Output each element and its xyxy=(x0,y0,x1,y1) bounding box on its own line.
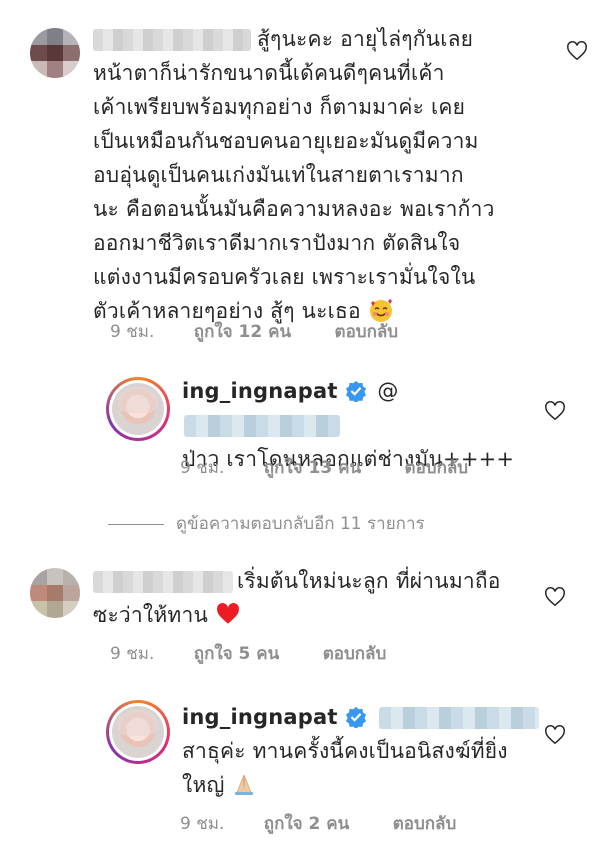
timestamp: 9 ชม. xyxy=(180,814,225,834)
profile-photo xyxy=(112,383,164,435)
avatar-blurred[interactable] xyxy=(30,28,80,78)
avatar-ing-ingnapat[interactable] xyxy=(106,377,170,441)
mention-blurred[interactable] xyxy=(379,707,540,729)
likes-count[interactable]: ถูกใจ 12 คน xyxy=(194,322,291,342)
divider-line xyxy=(108,523,164,525)
like-heart-icon[interactable] xyxy=(544,586,566,608)
mention-blurred[interactable] xyxy=(184,415,340,437)
view-more-replies-button[interactable]: ดูข้อความตอบกลับอีก 11 รายการ xyxy=(108,510,425,537)
folded-hands-emoji xyxy=(235,774,254,795)
like-heart-icon[interactable] xyxy=(566,40,588,62)
username-blurred[interactable] xyxy=(93,29,251,51)
verified-badge-icon xyxy=(345,380,366,402)
reply-meta: 9 ชม. ถูกใจ 2 คน ตอบกลับ xyxy=(180,810,456,837)
username-blurred[interactable] xyxy=(93,571,233,593)
reply-button[interactable]: ตอบกลับ xyxy=(323,644,387,664)
avatar-ing-ingnapat[interactable] xyxy=(106,700,170,764)
timestamp: 9 ชม. xyxy=(180,458,225,478)
verified-badge-icon xyxy=(345,706,366,728)
reply-meta: 9 ชม. ถูกใจ 13 คน ตอบกลับ xyxy=(180,454,468,481)
reply-text: ing_ingnapat สาธุค่ะ ทานครั้งนี้คงเป็นอน… xyxy=(182,700,542,802)
like-heart-icon[interactable] xyxy=(544,724,566,746)
reply-button[interactable]: ตอบกลับ xyxy=(393,814,457,834)
timestamp: 9 ชม. xyxy=(110,644,155,664)
avatar-blurred[interactable] xyxy=(30,568,80,618)
mention[interactable]: @ xyxy=(377,379,398,403)
comment-meta: 9 ชม. ถูกใจ 5 คน ตอบกลับ xyxy=(110,640,386,667)
reply-button[interactable]: ตอบกลับ xyxy=(405,458,469,478)
likes-count[interactable]: ถูกใจ 2 คน xyxy=(264,814,350,834)
likes-count[interactable]: ถูกใจ 5 คน xyxy=(194,644,280,664)
profile-photo xyxy=(112,706,164,758)
comment-meta: 9 ชม. ถูกใจ 12 คน ตอบกลับ xyxy=(110,318,398,345)
likes-count[interactable]: ถูกใจ 13 คน xyxy=(264,458,361,478)
comment-text: เริ่มต้นใหม่นะลูก ที่ผ่านมาถือ ซะว่าให้ท… xyxy=(93,569,501,627)
reply-button[interactable]: ตอบกลับ xyxy=(335,322,399,342)
username[interactable]: ing_ingnapat xyxy=(182,379,338,403)
username[interactable]: ing_ingnapat xyxy=(182,705,338,729)
comment-text: สู้ๆนะคะ อายุไล่ๆกันเลย หน้าตาก็น่ารักขน… xyxy=(93,27,495,323)
like-heart-icon[interactable] xyxy=(544,400,566,422)
timestamp: 9 ชม. xyxy=(110,322,155,342)
red-heart-emoji xyxy=(216,603,239,624)
